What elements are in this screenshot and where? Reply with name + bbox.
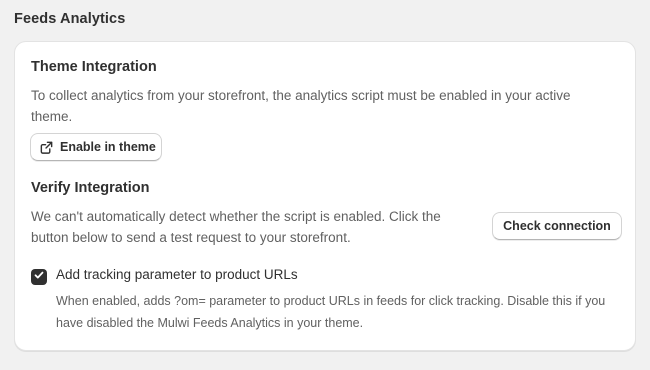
tracking-parameter-help-text: When enabled, adds ?om= parameter to pro… [56,294,606,330]
feeds-analytics-card: Theme Integration To collect analytics f… [14,41,636,351]
check-connection-label: Check connection [503,219,611,233]
verify-integration-description: We can't automatically detect whether th… [31,209,441,245]
theme-integration-heading: Theme Integration [31,59,157,75]
feeds-analytics-page: Feeds Analytics Theme Integration To col… [0,0,650,370]
external-link-icon [39,140,54,155]
enable-in-theme-label: Enable in theme [60,140,156,154]
theme-integration-description: To collect analytics from your storefron… [31,88,571,124]
tracking-parameter-label[interactable]: Add tracking parameter to product URLs [56,267,298,282]
check-connection-button[interactable]: Check connection [492,212,622,240]
tracking-parameter-checkbox[interactable] [31,269,47,285]
checkmark-icon [33,268,45,286]
section-title: Feeds Analytics [14,11,126,27]
verify-integration-heading: Verify Integration [31,180,150,196]
enable-in-theme-button[interactable]: Enable in theme [30,133,162,161]
